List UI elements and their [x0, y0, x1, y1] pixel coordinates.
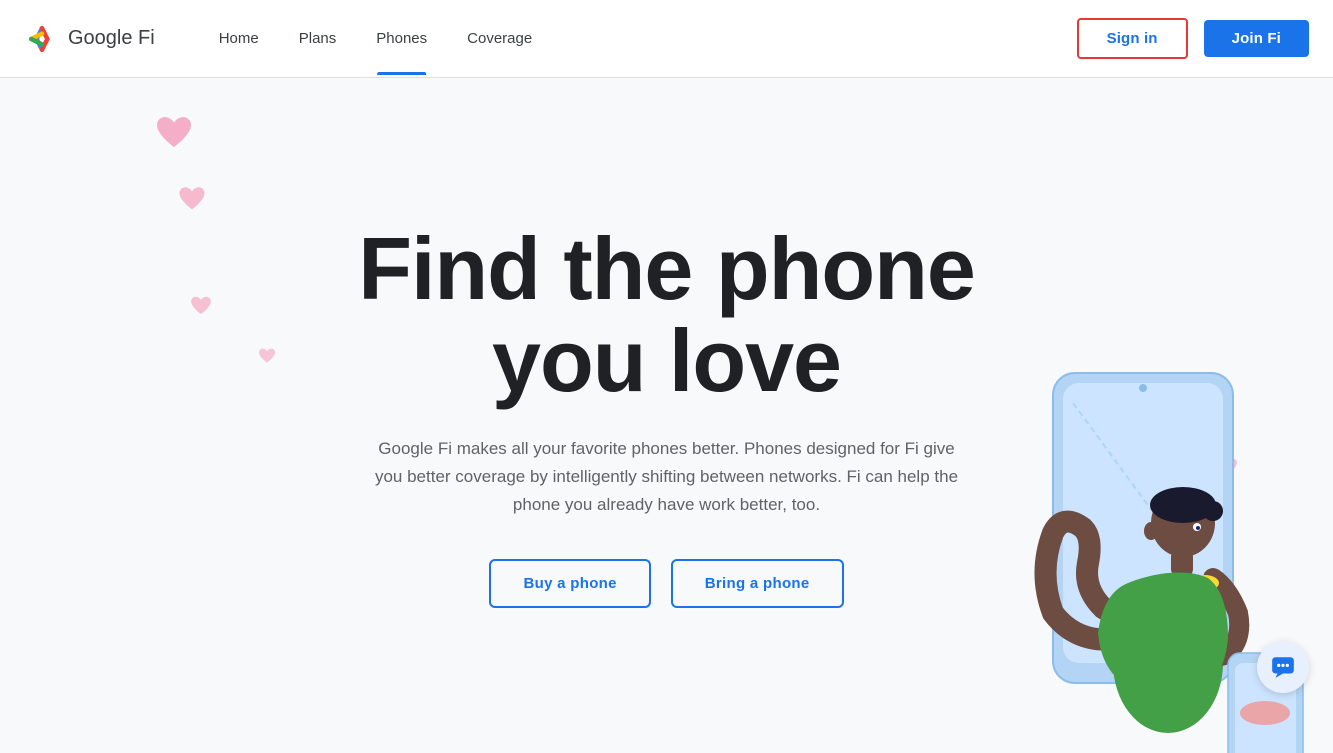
hero-buttons: Buy a phone Bring a phone: [489, 559, 843, 608]
hero-title: Find the phone you love: [358, 223, 975, 408]
hero-section: Find the phone you love Google Fi makes …: [0, 78, 1333, 753]
chat-icon: [1270, 654, 1296, 680]
heart-decor-4: [258, 348, 276, 364]
heart-decor-2: [178, 186, 206, 212]
nav-plans[interactable]: Plans: [283, 22, 353, 55]
nav-links: Home Plans Phones Coverage: [203, 22, 1077, 55]
nav-coverage[interactable]: Coverage: [451, 22, 548, 55]
chat-support-button[interactable]: [1257, 641, 1309, 693]
brand-name: Google Fi: [68, 27, 155, 50]
logo-area[interactable]: Google Fi: [24, 21, 155, 57]
google-fi-logo-icon: [24, 21, 60, 57]
nav-actions: Sign in Join Fi: [1077, 18, 1309, 59]
hero-illustration: [973, 353, 1333, 753]
sign-in-button[interactable]: Sign in: [1077, 18, 1188, 59]
nav-phones[interactable]: Phones: [360, 22, 443, 55]
heart-decor-1: [155, 116, 193, 150]
heart-decor-3: [190, 296, 212, 316]
hero-subtitle: Google Fi makes all your favorite phones…: [367, 435, 967, 519]
bring-phone-button[interactable]: Bring a phone: [671, 559, 844, 608]
nav-home[interactable]: Home: [203, 22, 275, 55]
join-fi-button[interactable]: Join Fi: [1204, 20, 1309, 57]
navbar: Google Fi Home Plans Phones Coverage Sig…: [0, 0, 1333, 78]
buy-phone-button[interactable]: Buy a phone: [489, 559, 650, 608]
